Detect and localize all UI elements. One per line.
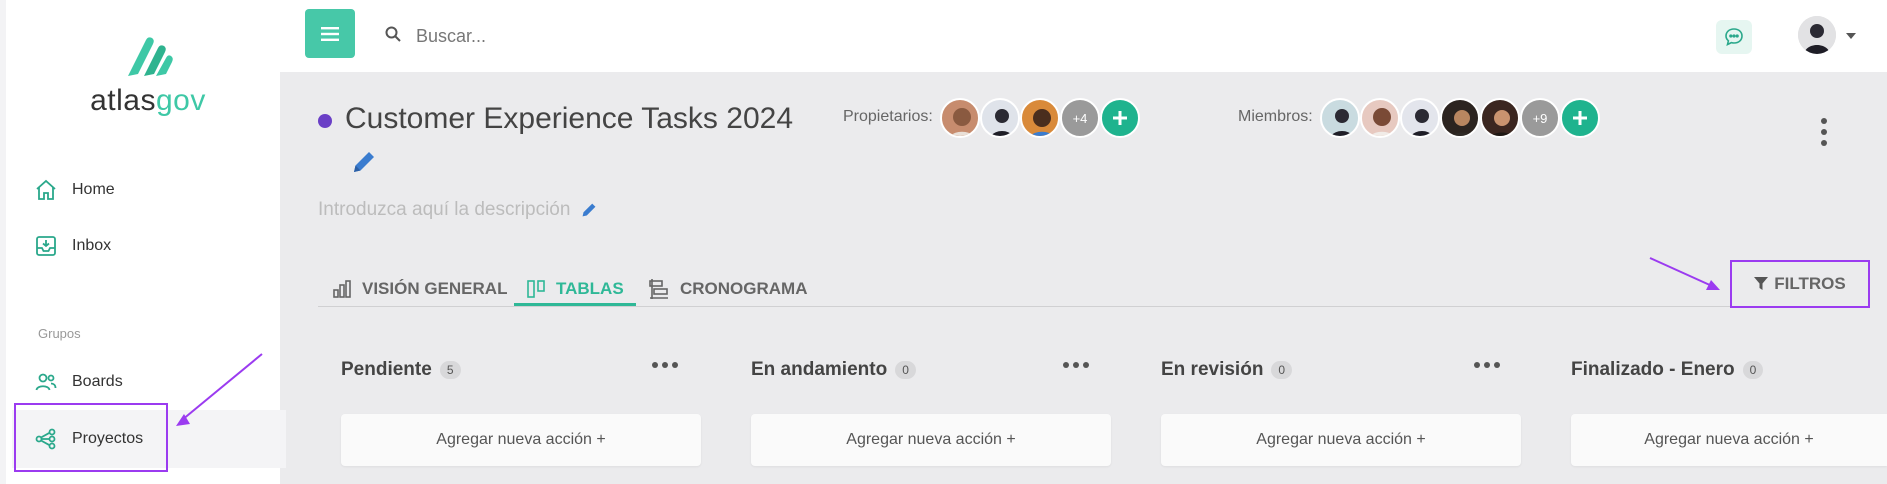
annotation-arrows [176, 257, 1720, 426]
